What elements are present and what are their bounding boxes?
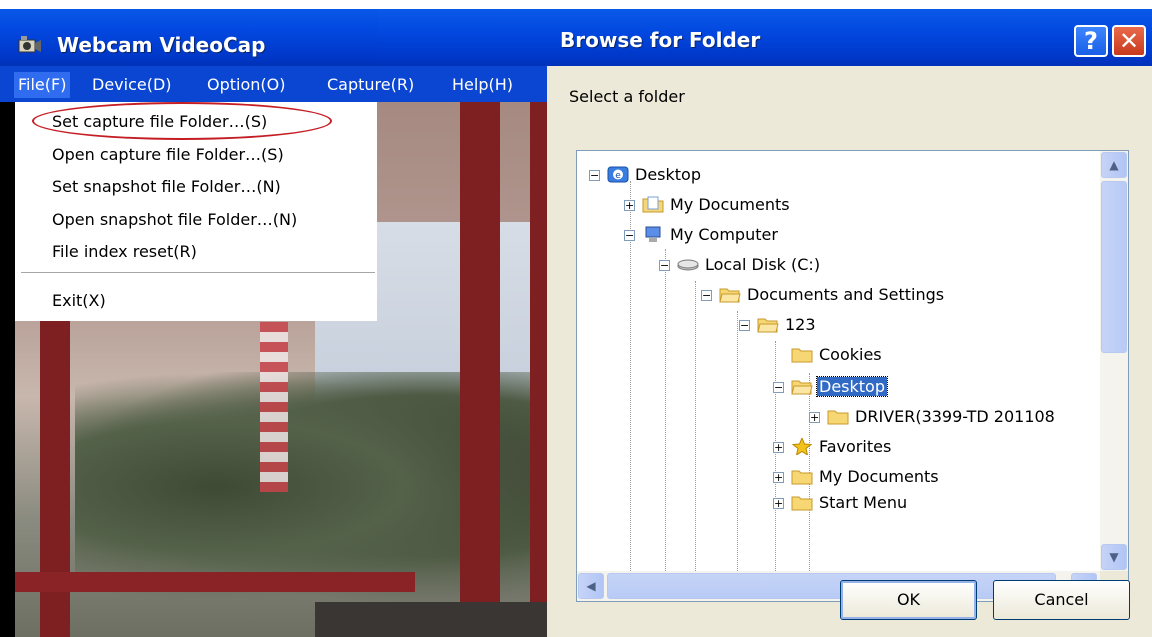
help-button[interactable]: ? — [1074, 25, 1108, 57]
menu-item-file-index-reset[interactable]: File index reset(R) — [52, 240, 197, 264]
computer-icon — [645, 226, 661, 242]
open-folder-icon — [719, 288, 741, 303]
dialog-top-border — [547, 0, 1152, 9]
collapse-icon[interactable]: − — [624, 230, 635, 241]
webcam-videocap-window: Webcam VideoCap File(F) Device(D) Option… — [0, 0, 547, 637]
collapse-icon[interactable]: − — [659, 260, 670, 271]
collapse-icon[interactable]: − — [589, 170, 600, 181]
folder-tree-content: − e Desktop + My Documents − My Computer… — [577, 151, 1100, 571]
expand-icon[interactable]: + — [773, 442, 784, 453]
menu-bar: File(F) Device(D) Option(O) Capture(R) H… — [0, 66, 547, 102]
tree-line — [665, 249, 666, 571]
menu-help[interactable]: Help(H) — [448, 72, 517, 98]
scroll-down-icon[interactable]: ▼ — [1101, 544, 1127, 570]
video-floor — [315, 602, 547, 637]
desktop-icon: e — [607, 166, 629, 183]
horizontal-scroll-thumb[interactable] — [607, 573, 1056, 599]
folder-icon — [827, 410, 849, 425]
scroll-left-icon[interactable]: ◀ — [578, 573, 604, 599]
tree-line — [695, 281, 696, 571]
left-top-border — [0, 0, 547, 9]
tree-line — [775, 341, 776, 571]
menu-item-set-snapshot-folder[interactable]: Set snapshot file Folder…(N) — [52, 175, 281, 199]
cancel-button[interactable]: Cancel — [993, 580, 1130, 620]
camera-icon — [18, 36, 41, 53]
file-dropdown-menu: Set capture file Folder…(S) Open capture… — [15, 102, 377, 321]
left-titlebar: Webcam VideoCap — [0, 6, 378, 66]
collapse-icon[interactable]: − — [701, 290, 712, 301]
expand-icon[interactable]: + — [773, 472, 784, 483]
video-pillar — [460, 102, 500, 637]
menu-item-set-capture-folder[interactable]: Set capture file Folder…(S) — [52, 110, 267, 134]
menu-item-open-snapshot-folder[interactable]: Open snapshot file Folder…(N) — [52, 208, 297, 232]
folder-tree-view[interactable]: − e Desktop + My Documents − My Computer… — [576, 150, 1129, 602]
vertical-scrollbar[interactable]: ▲ ▼ — [1100, 151, 1128, 571]
svg-text:e: e — [615, 171, 621, 181]
menu-separator — [21, 272, 375, 273]
menu-capture[interactable]: Capture(R) — [323, 72, 418, 98]
menu-item-exit[interactable]: Exit(X) — [52, 289, 106, 313]
tree-line — [737, 311, 738, 571]
close-icon: ✕ — [1118, 27, 1140, 55]
menu-item-open-capture-folder[interactable]: Open capture file Folder…(S) — [52, 143, 284, 167]
menu-file[interactable]: File(F) — [14, 72, 71, 98]
scroll-up-icon[interactable]: ▲ — [1101, 152, 1127, 178]
hard-disk-icon — [677, 259, 699, 271]
folder-icon — [791, 496, 813, 511]
app-title: Webcam VideoCap — [57, 33, 266, 57]
dialog-body: Select a folder − e Desktop + My Documen… — [547, 66, 1152, 637]
video-flag — [260, 322, 288, 492]
browse-for-folder-dialog: Browse for Folder ? ✕ Select a folder − — [547, 0, 1152, 637]
question-icon: ? — [1084, 27, 1098, 55]
video-pillar — [530, 102, 547, 637]
close-button[interactable]: ✕ — [1112, 25, 1146, 57]
collapse-icon[interactable]: − — [739, 320, 750, 331]
collapse-icon[interactable]: − — [773, 382, 784, 393]
menu-option[interactable]: Option(O) — [203, 72, 289, 98]
folder-icon — [791, 348, 813, 363]
expand-icon[interactable]: + — [809, 412, 820, 423]
expand-icon[interactable]: + — [773, 498, 784, 509]
dialog-prompt: Select a folder — [569, 87, 685, 106]
star-icon — [791, 438, 813, 455]
open-folder-icon — [757, 318, 779, 333]
menu-device[interactable]: Device(D) — [88, 72, 176, 98]
folder-icon — [642, 196, 664, 213]
expand-icon[interactable]: + — [624, 200, 635, 211]
vertical-scroll-thumb[interactable] — [1101, 181, 1127, 353]
dialog-title: Browse for Folder — [560, 28, 761, 52]
video-railing — [15, 572, 415, 592]
ok-button[interactable]: OK — [840, 580, 977, 620]
open-folder-icon — [791, 380, 813, 395]
folder-icon — [791, 470, 813, 485]
